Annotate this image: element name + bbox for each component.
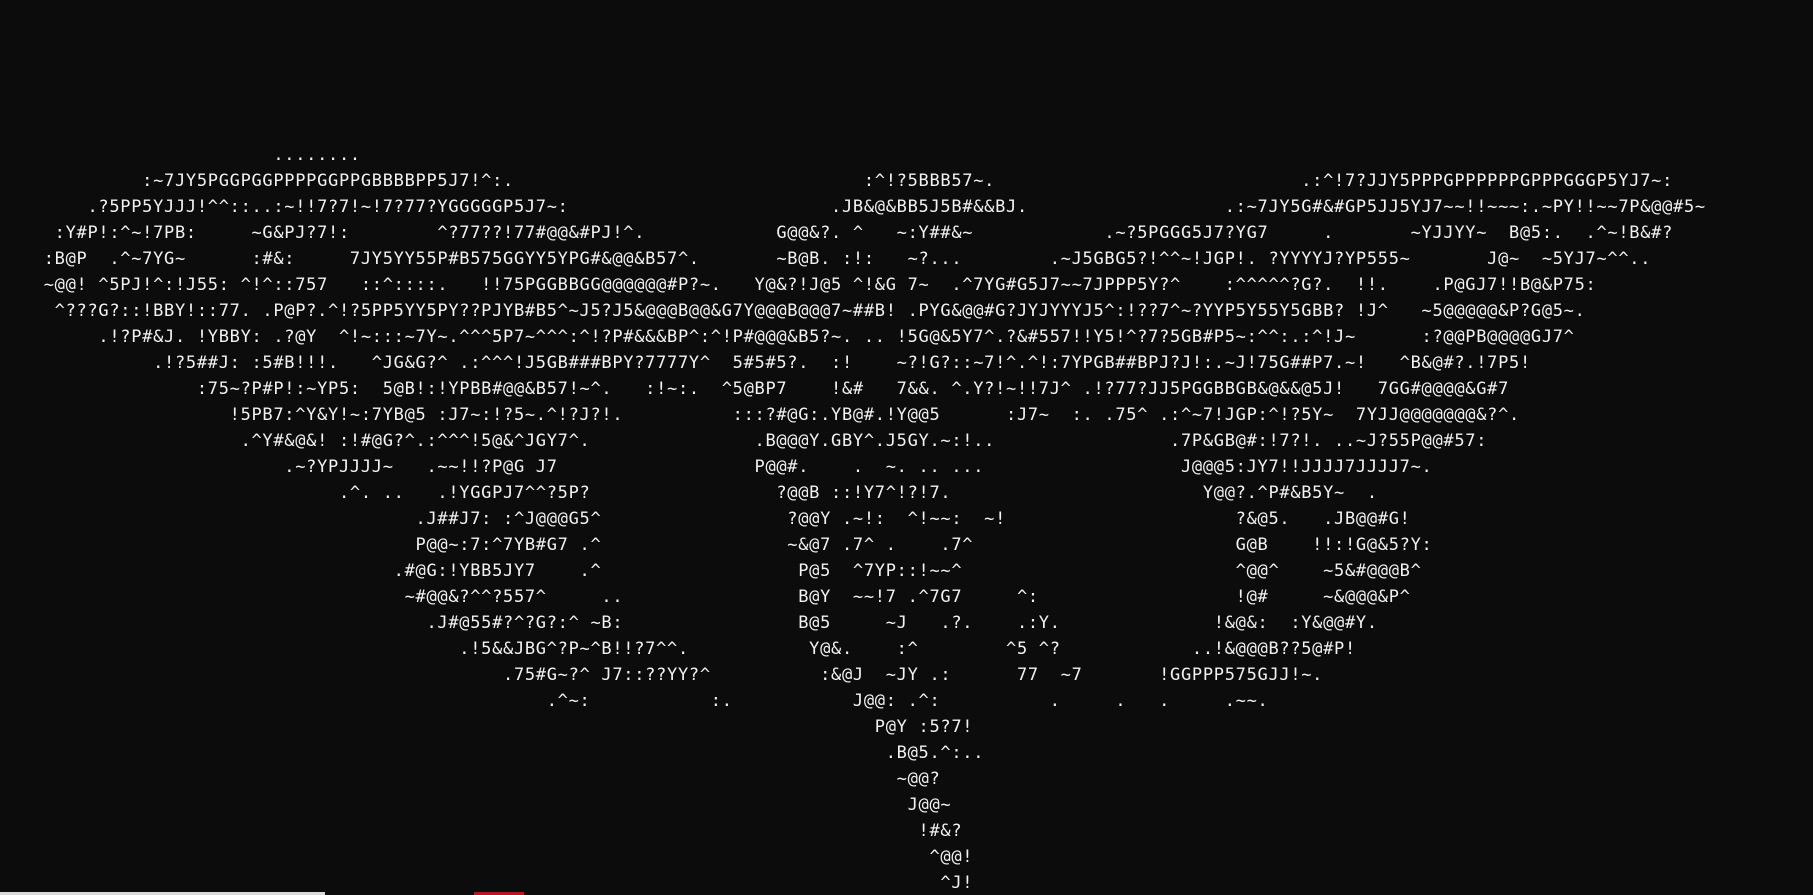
ascii-line: .!?5##J: :5#B!!!. ^JG&G?^ .:^^^!J5GB###B… — [0, 353, 1531, 373]
ascii-line: :B@P .^~7YG~ :#&: 7JY5YY55P#B575GGYY5YPG… — [0, 249, 1652, 269]
ascii-line: .#@G:!YBB5JY7 .^ P@5 ^7YP::!~~^ ^@@^ ~5&… — [0, 561, 1422, 581]
ascii-line: ~#@@&?^^?557^ .. B@Y ~~!7 .^7G7 ^: !@# ~… — [0, 587, 1411, 607]
ascii-line: !5PB7:^Y&Y!~:7YB@5 :J7~:!?5~.^!?J?!. :::… — [0, 405, 1520, 425]
ascii-line: .75#G~?^ J7::??YY?^ :&@J ~JY .: 77 ~7 !G… — [0, 665, 1324, 685]
ascii-line: .?5PP5YJJJ!^^::..:~!!7?7!~!7?77?YGGGGGP5… — [0, 197, 1706, 217]
ascii-line: :~7JY5PGGPGGPPPPGGPPGBBBBPP5J7!^:. :^!?5… — [0, 171, 1674, 191]
ascii-line: !#&? — [0, 821, 963, 841]
ascii-line: J@@~ — [0, 795, 952, 815]
ascii-line: :75~?P#P!:~YP5: 5@B!:!YPBB#@@&B57!~^. :!… — [0, 379, 1510, 399]
ascii-line: .J#@55#?^?G?:^ ~B: B@5 ~J .?. .:Y. !&@&:… — [0, 613, 1378, 633]
ascii-line: ^???G?::!BBY!::77. .P@P?.^!?5PP5YY5PY??P… — [0, 301, 1586, 321]
ascii-line: .!?P#&J. !YBBY: .?@Y ^!~:::~7Y~.^^^5P7~^… — [0, 327, 1575, 347]
ascii-line: ........ — [0, 145, 361, 165]
ascii-line: ~@@! ^5PJ!^:!J55: ^!^::757 ::^::::. !!75… — [0, 275, 1597, 295]
ascii-line: .!5&&JBG^?P~^B!!?7^^. Y@&. :^ ^5 ^? ..!&… — [0, 639, 1356, 659]
ascii-line: :Y#P!:^~!7PB: ~G&PJ?7!: ^?77??!77#@@&#PJ… — [0, 223, 1674, 243]
ascii-line: ^@@! — [0, 847, 974, 867]
ascii-line: .^Y#&@&! :!#@G?^.:^^^!5@&^JGY7^. .B@@@Y.… — [0, 431, 1488, 451]
ascii-line: .^~: :. J@@: .^: . . . .~~. — [0, 691, 1269, 711]
terminal-window[interactable]: ........ :~7JY5PGGPGGPPPPGGPPGBBBBPP5J7!… — [0, 0, 1813, 895]
ascii-line: .B@5.^:.. — [0, 743, 985, 763]
ascii-line: P@Y :5?7! — [0, 717, 974, 737]
ascii-line: ~@@? — [0, 769, 941, 789]
ascii-line: .^. .. .!YGGPJ7^^?5P? ?@@B ::!Y7^!?!7. Y… — [0, 483, 1378, 503]
ascii-line: P@@~:7:^7YB#G7 .^ ~&@7 .7^ . .7^ G@B !!:… — [0, 535, 1433, 555]
ascii-art-output: ........ :~7JY5PGGPGGPPPPGGPPGBBBBPP5J7!… — [0, 142, 1813, 895]
ascii-line: .~?YPJJJJ~ .~~!!?P@G J7 P@@#. . ~. .. ..… — [0, 457, 1433, 477]
ascii-line: .J##J7: :^J@@@G5^ ?@@Y .~!: ^!~~: ~! ?&@… — [0, 509, 1411, 529]
